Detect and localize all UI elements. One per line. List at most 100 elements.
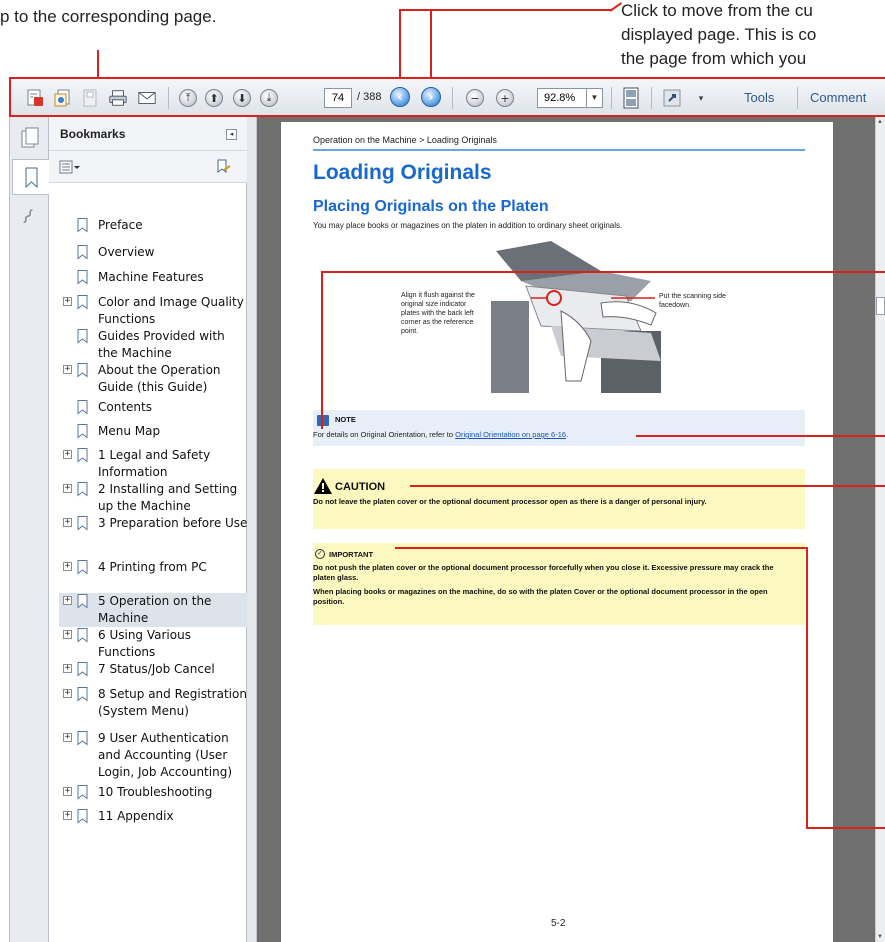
collapse-panel-icon[interactable]: ◂: [226, 129, 237, 140]
scroll-up-icon[interactable]: ▲: [877, 119, 883, 125]
bookmark-item[interactable]: +7 Status/Job Cancel: [63, 661, 243, 679]
annotation-line-caution: [410, 485, 885, 487]
chevron-down-icon[interactable]: ▼: [586, 89, 602, 107]
bookmark-item[interactable]: Guides Provided with the Machine: [63, 328, 243, 362]
bookmarks-panel: Bookmarks ◂ Preface Overview Machine Featu…: [49, 117, 247, 942]
expand-plus-icon[interactable]: +: [63, 787, 72, 796]
toolbar: ⤒ ⬆ ⬇ ⤓ 74 / 388 ‹ › − + 92.8% ▼ ▾ Tools…: [9, 77, 885, 117]
doc-page-number: 5-2: [551, 918, 566, 929]
bookmark-icon: [77, 687, 88, 702]
expand-plus-icon[interactable]: +: [63, 450, 72, 459]
email-icon[interactable]: [137, 88, 157, 108]
zoom-in-icon[interactable]: +: [495, 88, 515, 108]
bookmark-label: 11 Appendix: [98, 809, 174, 823]
bookmark-icon: [77, 295, 88, 310]
page-number-input[interactable]: 74: [324, 88, 352, 108]
bookmark-label: Contents: [98, 400, 152, 414]
bookmark-item[interactable]: Contents: [63, 399, 243, 417]
bookmark-label: 2 Installing and Setting up the Machine: [98, 482, 238, 513]
caution-text: Do not leave the platen cover or the opt…: [313, 497, 707, 506]
bookmarks-title: Bookmarks: [60, 127, 126, 141]
pages-panel-icon[interactable]: [21, 127, 39, 149]
bookmark-item[interactable]: +10 Troubleshooting: [63, 784, 243, 802]
bookmark-icon: [77, 662, 88, 677]
expand-plus-icon[interactable]: +: [63, 811, 72, 820]
bookmark-icon: [77, 809, 88, 824]
full-screen-icon[interactable]: [662, 88, 682, 108]
zoom-out-icon[interactable]: −: [465, 88, 485, 108]
callout-right-line1: Click to move from the cu: [621, 1, 813, 20]
bookmark-item[interactable]: +5 Operation on the Machine: [59, 593, 247, 627]
bookmark-item[interactable]: Overview: [63, 244, 243, 262]
important-box: ✓ IMPORTANT Do not push the platen cover…: [313, 543, 805, 625]
caution-box: CAUTION Do not leave the platen cover or…: [313, 469, 805, 529]
caution-heading: CAUTION: [335, 481, 386, 493]
bookmark-item[interactable]: +3 Preparation before Use: [63, 515, 247, 549]
expand-plus-icon[interactable]: +: [63, 484, 72, 493]
note-text: For details on Original Orientation, ref…: [313, 430, 456, 439]
print-icon[interactable]: [108, 88, 128, 108]
next-page-icon[interactable]: ⬇: [232, 88, 252, 108]
last-page-icon[interactable]: ⤓: [259, 88, 279, 108]
bookmark-icon: [77, 785, 88, 800]
document-viewport: Operation on the Machine > Loading Origi…: [257, 117, 875, 942]
bookmark-item[interactable]: +11 Appendix: [63, 808, 243, 826]
scrollbar-thumb[interactable]: [876, 297, 885, 315]
create-pdf-icon[interactable]: [25, 88, 45, 108]
bookmark-item[interactable]: + About the Operation Guide (this Guide): [63, 362, 243, 396]
bookmark-label: About the Operation Guide (this Guide): [98, 363, 221, 394]
bookmark-options-icon[interactable]: [59, 160, 81, 174]
attachments-paperclip-icon[interactable]: ⌇: [17, 204, 46, 234]
previous-view-icon[interactable]: ‹: [390, 87, 410, 107]
page-display-icon[interactable]: [621, 87, 641, 109]
first-page-icon[interactable]: ⤒: [178, 88, 198, 108]
expand-plus-icon[interactable]: +: [63, 630, 72, 639]
combine-files-icon[interactable]: [53, 88, 73, 108]
platen-figure: Align it flush against the original size…: [401, 241, 726, 393]
bookmark-item[interactable]: Menu Map: [63, 423, 243, 441]
expand-plus-icon[interactable]: +: [63, 297, 72, 306]
expand-plus-icon[interactable]: +: [63, 689, 72, 698]
zoom-level-select[interactable]: 92.8% ▼: [537, 88, 603, 108]
bookmark-item[interactable]: Machine Features: [63, 269, 243, 287]
bookmarks-header: Bookmarks ◂: [49, 117, 247, 151]
comment-tab[interactable]: Comment: [810, 90, 866, 105]
expand-plus-icon[interactable]: +: [63, 596, 72, 605]
bookmark-label: 3 Preparation before Use: [98, 516, 248, 530]
bookmark-item[interactable]: +2 Installing and Setting up the Machine: [63, 481, 243, 515]
vertical-scrollbar[interactable]: ▲ ▼: [875, 117, 885, 942]
bookmark-icon: [77, 731, 88, 746]
tools-tab[interactable]: Tools: [744, 90, 774, 105]
bookmark-item[interactable]: +8 Setup and Registration (System Menu): [63, 686, 247, 730]
important-text-1: Do not push the platen cover or the opti…: [313, 563, 774, 582]
next-view-icon[interactable]: ›: [421, 87, 441, 107]
expand-plus-icon[interactable]: +: [63, 664, 72, 673]
expand-plus-icon[interactable]: +: [63, 518, 72, 527]
expand-plus-icon[interactable]: +: [63, 562, 72, 571]
bookmark-label: 10 Troubleshooting: [98, 785, 213, 799]
bookmark-ribbon-icon: [25, 167, 38, 189]
bookmark-label: 6 Using Various Functions: [98, 628, 191, 659]
doc-header-rule: [313, 149, 805, 151]
important-check-icon: ✓: [315, 549, 325, 559]
bookmark-item[interactable]: + Color and Image Quality Functions: [63, 294, 244, 328]
bookmark-item[interactable]: +9 User Authentication and Accounting (U…: [63, 730, 243, 784]
bookmark-icon: [77, 482, 88, 497]
scroll-down-icon[interactable]: ▼: [877, 934, 883, 940]
panel-splitter[interactable]: [247, 117, 257, 942]
note-box: NOTE For details on Original Orientation…: [313, 410, 805, 446]
expand-plus-icon[interactable]: +: [63, 733, 72, 742]
bookmark-item[interactable]: +4 Printing from PC: [63, 559, 243, 577]
note-link[interactable]: Original Orientation on page 6-16: [455, 430, 566, 439]
bookmark-item[interactable]: Preface: [63, 217, 243, 235]
expand-plus-icon[interactable]: +: [63, 365, 72, 374]
previous-page-icon[interactable]: ⬆: [204, 88, 224, 108]
bookmarks-panel-tab[interactable]: [12, 159, 50, 195]
bookmark-item[interactable]: +6 Using Various Functions: [63, 627, 243, 661]
toolbar-options-chevron-icon[interactable]: ▾: [691, 88, 711, 108]
bookmark-item[interactable]: +1 Legal and Safety Information: [63, 447, 243, 481]
bookmark-label: Menu Map: [98, 424, 161, 438]
bookmark-icon: [77, 329, 88, 344]
save-disk-icon[interactable]: [80, 88, 100, 108]
expand-current-bookmark-icon[interactable]: [214, 158, 232, 176]
